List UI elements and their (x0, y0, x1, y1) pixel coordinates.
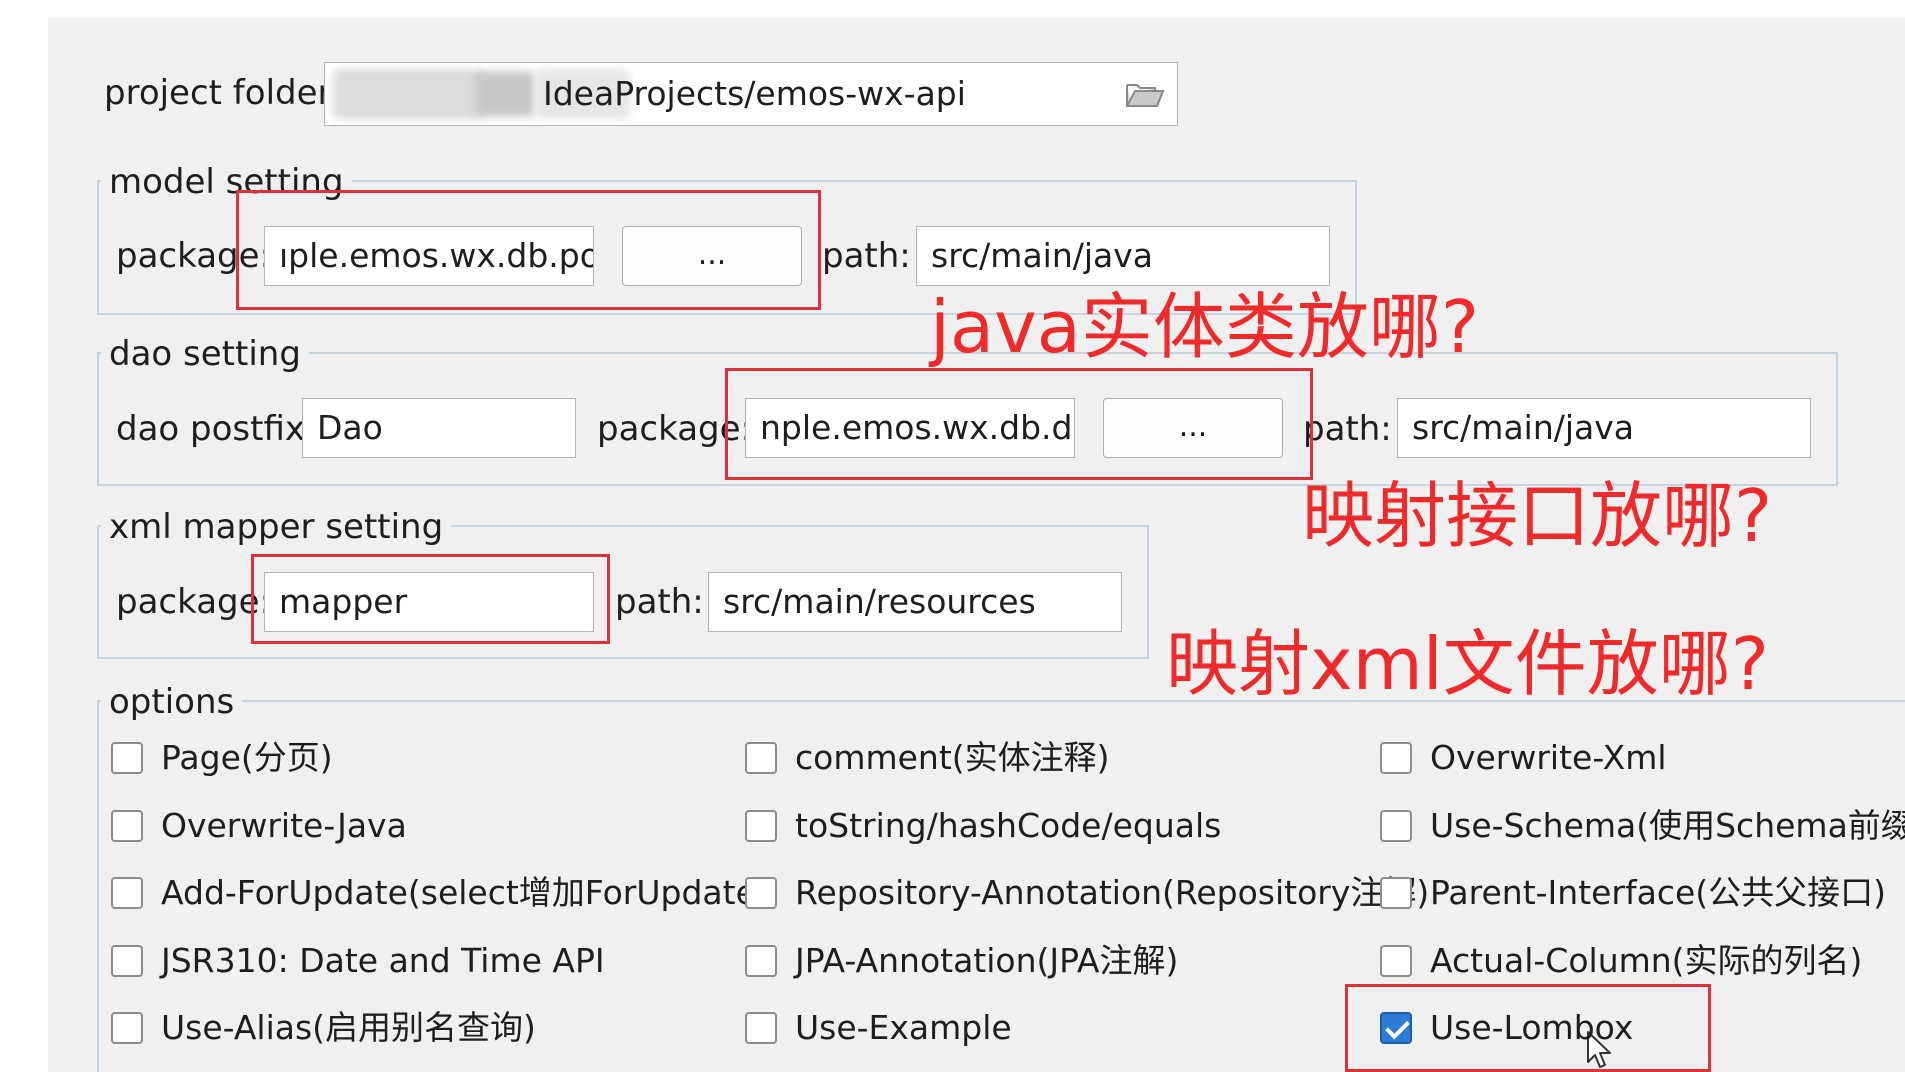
option-checkbox[interactable] (745, 810, 777, 842)
annotation-model-note: java实体类放哪? (930, 285, 1480, 369)
option-label[interactable]: Repository-Annotation(Repository注解) (795, 873, 1429, 913)
option-label[interactable]: Actual-Column(实际的列名) (1430, 941, 1862, 981)
highlight-dao-package (725, 368, 1313, 480)
option-checkbox[interactable] (111, 810, 143, 842)
option-label[interactable]: Overwrite-Java (161, 806, 407, 846)
redacted-path-area (333, 69, 483, 119)
project-folder-value: IdeaProjects/emos-wx-api (543, 74, 966, 113)
option-checkbox[interactable] (1380, 877, 1412, 909)
xml-mapper-setting-legend: xml mapper setting (101, 507, 452, 547)
option-checkbox[interactable] (1380, 810, 1412, 842)
option-checkbox[interactable] (745, 1012, 777, 1044)
option-label[interactable]: Use-Alias(启用别名查询) (161, 1008, 536, 1048)
xml-path-label: path: (615, 582, 704, 622)
project-folder-input[interactable]: IdeaProjects/emos-wx-api (324, 62, 1178, 126)
option-label[interactable]: Page(分页) (161, 738, 333, 778)
option-label[interactable]: Parent-Interface(公共父接口) (1430, 873, 1886, 913)
options-legend: options (101, 682, 243, 722)
option-checkbox[interactable] (1380, 1012, 1412, 1044)
option-label[interactable]: toString/hashCode/equals (795, 806, 1221, 846)
dao-path-input[interactable]: src/main/java (1397, 398, 1811, 458)
project-folder-label: project folder: (104, 73, 343, 113)
option-label[interactable]: JPA-Annotation(JPA注解) (795, 941, 1178, 981)
highlight-model-package (236, 190, 821, 310)
dao-setting-legend: dao setting (101, 334, 309, 374)
option-label[interactable]: Overwrite-Xml (1430, 738, 1667, 778)
xml-path-input[interactable]: src/main/resources (708, 572, 1122, 632)
folder-open-icon[interactable] (1125, 79, 1165, 109)
option-checkbox[interactable] (111, 945, 143, 977)
model-path-input[interactable]: src/main/java (916, 226, 1330, 286)
highlight-xml-package (251, 554, 610, 644)
option-checkbox[interactable] (1380, 742, 1412, 774)
xml-package-label: package: (116, 582, 271, 622)
option-label[interactable]: Use-Example (795, 1008, 1012, 1048)
option-checkbox[interactable] (111, 877, 143, 909)
option-label[interactable]: JSR310: Date and Time API (161, 941, 605, 981)
annotation-dao-note: 映射接口放哪? (1302, 474, 1773, 558)
option-label[interactable]: Add-ForUpdate(select增加ForUpdate) (161, 873, 769, 913)
option-checkbox[interactable] (111, 742, 143, 774)
dao-postfix-input[interactable]: Dao (302, 398, 576, 458)
redacted-path-area (475, 71, 535, 117)
option-checkbox[interactable] (745, 742, 777, 774)
option-checkbox[interactable] (1380, 945, 1412, 977)
option-checkbox[interactable] (745, 945, 777, 977)
annotation-xml-note: 映射xml文件放哪? (1166, 622, 1769, 706)
option-checkbox[interactable] (745, 877, 777, 909)
option-checkbox[interactable] (111, 1012, 143, 1044)
dao-postfix-label: dao postfix: (116, 409, 317, 449)
dao-path-label: path: (1303, 409, 1392, 449)
option-label[interactable]: Use-Lombox (1430, 1008, 1633, 1048)
option-label[interactable]: comment(实体注释) (795, 738, 1110, 778)
model-path-label: path: (822, 236, 911, 276)
option-label[interactable]: Use-Schema(使用Schema前缀) (1430, 806, 1905, 846)
